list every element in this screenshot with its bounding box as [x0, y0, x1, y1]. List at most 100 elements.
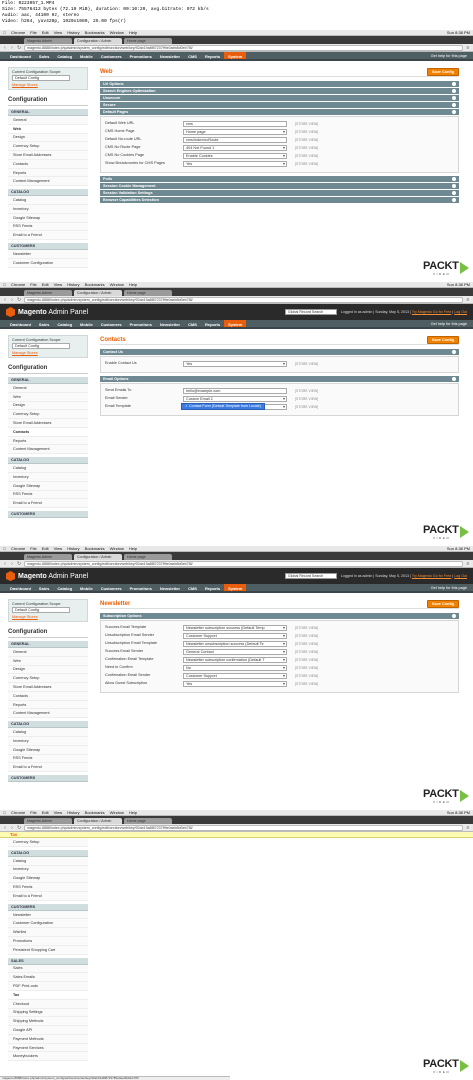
toggle-icon[interactable]: [452, 96, 456, 100]
forward-icon[interactable]: ›: [10, 297, 14, 303]
fieldset-header[interactable]: Contact Us: [100, 349, 459, 355]
sidebar-item[interactable]: Contacts: [8, 427, 88, 437]
fieldset-header[interactable]: Search Engines Optimization: [100, 88, 459, 94]
sidebar-item[interactable]: Currency Setup: [8, 838, 88, 847]
sidebar-item[interactable]: Web: [8, 124, 88, 134]
browser-tab[interactable]: Magento Admin: [24, 38, 72, 44]
sidebar-item[interactable]: Persistent Shopping Cart: [8, 945, 88, 955]
apple-icon[interactable]: : [3, 546, 6, 551]
field-input[interactable]: cms: [183, 120, 287, 127]
toggle-icon[interactable]: [452, 89, 456, 93]
browser-tab[interactable]: Configuration / Admin: [74, 38, 122, 44]
mac-menu-item[interactable]: View: [54, 282, 63, 287]
address-input[interactable]: magento.8888/index.php/admin/system_conf…: [24, 44, 463, 51]
forward-icon[interactable]: ›: [10, 45, 14, 51]
sidebar-item[interactable]: Web: [8, 656, 88, 666]
browser-tab[interactable]: Home page: [124, 554, 172, 560]
sidebar-item[interactable]: Catalog: [8, 856, 88, 866]
nav-newsletter[interactable]: Newsletter: [156, 584, 184, 591]
mac-menu-item[interactable]: Help: [129, 282, 137, 287]
fieldset-header[interactable]: Subscription Options: [100, 613, 459, 619]
browser-tab[interactable]: Home page: [124, 818, 172, 824]
fieldset-header[interactable]: Polls: [100, 176, 459, 182]
back-icon[interactable]: ‹: [3, 825, 7, 831]
try-magento-link[interactable]: Try Magento Go for Free: [412, 574, 451, 578]
logout-link[interactable]: Log Out: [454, 310, 467, 314]
sidebar-item[interactable]: Web: [8, 392, 88, 402]
sidebar-item[interactable]: Google Sitemap: [8, 874, 88, 884]
sidebar-item[interactable]: Store Email Addresses: [8, 419, 88, 428]
email-template-option[interactable]: ✓ Contact Form (Default Template from Lo…: [181, 403, 265, 410]
fieldset-header[interactable]: Default Pages: [100, 109, 459, 115]
toggle-icon[interactable]: [452, 110, 456, 114]
fieldset-header[interactable]: Unsecure: [100, 95, 459, 101]
sidebar-item[interactable]: RSS Feeds: [8, 754, 88, 764]
section-customers[interactable]: CUSTOMERS: [8, 775, 88, 783]
sidebar-item[interactable]: Design: [8, 665, 88, 675]
nav-newsletter[interactable]: Newsletter: [156, 320, 184, 327]
sidebar-item[interactable]: Inventory: [8, 865, 88, 875]
browser-tab[interactable]: Home page: [124, 290, 172, 296]
sidebar-item[interactable]: Reports: [8, 700, 88, 710]
mac-menu-item[interactable]: File: [30, 546, 36, 551]
save-config-button[interactable]: Save Config: [427, 335, 459, 344]
sidebar-item[interactable]: General: [8, 648, 88, 657]
sidebar-item[interactable]: Catalog: [8, 464, 88, 474]
sidebar-item[interactable]: Sales Emails: [8, 973, 88, 983]
address-input[interactable]: magento.8888/index.php/admin/system_conf…: [24, 296, 463, 303]
sidebar-item[interactable]: Reports: [8, 436, 88, 446]
sidebar-item[interactable]: Customer Configuration: [8, 258, 88, 268]
browser-tab[interactable]: Home page: [124, 38, 172, 44]
sidebar-item[interactable]: Design: [8, 133, 88, 143]
field-select[interactable]: No: [183, 664, 287, 671]
section-sales[interactable]: SALES: [8, 957, 88, 965]
sidebar-item[interactable]: Tax: [8, 990, 88, 1000]
nav-mobile[interactable]: Mobile: [76, 52, 97, 59]
sidebar-item[interactable]: Google Sitemap: [8, 481, 88, 491]
sidebar-item[interactable]: Shipping Settings: [8, 1008, 88, 1018]
apple-icon[interactable]: : [3, 30, 6, 35]
toggle-icon[interactable]: [452, 177, 456, 181]
sidebar-item[interactable]: Google Sitemap: [8, 213, 88, 223]
field-select[interactable]: Newsletter unsubscription success (Defau…: [183, 640, 287, 647]
fieldset-header[interactable]: Url Options: [100, 81, 459, 87]
sidebar-item[interactable]: Store Email Addresses: [8, 683, 88, 692]
sidebar-item[interactable]: Store Email Addresses: [8, 151, 88, 160]
sidebar-item[interactable]: Google Sitemap: [8, 745, 88, 755]
nav-catalog[interactable]: Catalog: [53, 584, 76, 591]
nav-cms[interactable]: CMS: [184, 52, 201, 59]
global-search-input[interactable]: Global Record Search: [284, 309, 337, 315]
sidebar-item[interactable]: Checkout: [8, 999, 88, 1009]
nav-cms[interactable]: CMS: [184, 584, 201, 591]
sidebar-item[interactable]: Wishlist: [8, 928, 88, 938]
nav-catalog[interactable]: Catalog: [53, 320, 76, 327]
mac-menu-item[interactable]: History: [67, 810, 79, 815]
mac-menu-item[interactable]: Edit: [42, 30, 49, 35]
section-customers[interactable]: CUSTOMERS: [8, 243, 88, 251]
menu-icon[interactable]: ≡: [466, 45, 470, 51]
sidebar-item[interactable]: Currency Setup: [8, 410, 88, 420]
section-general[interactable]: GENERAL: [8, 109, 88, 116]
nav-catalog[interactable]: Catalog: [53, 52, 76, 59]
help-link[interactable]: Get help for this page: [431, 52, 473, 59]
browser-tab[interactable]: Magento Admin: [24, 554, 72, 560]
nav-sales[interactable]: Sales: [35, 584, 53, 591]
sidebar-item[interactable]: Newsletter: [8, 910, 88, 920]
field-select[interactable]: Customer Support: [183, 632, 287, 639]
global-search-input[interactable]: Global Record Search: [284, 573, 337, 579]
nav-reports[interactable]: Reports: [201, 52, 224, 59]
mac-menu-item[interactable]: Edit: [42, 282, 49, 287]
nav-customers[interactable]: Customers: [97, 52, 126, 59]
fieldset-header[interactable]: Session Validation Settings: [100, 190, 459, 196]
section-catalog[interactable]: CATALOG: [8, 189, 88, 197]
fieldset-header[interactable]: Secure: [100, 102, 459, 108]
toggle-icon[interactable]: [452, 377, 456, 381]
sidebar-item[interactable]: Email to a Friend: [8, 231, 88, 241]
manage-stores-link[interactable]: Manage Stores: [12, 351, 84, 355]
field-select[interactable]: Newsletter subscription success (Default…: [183, 624, 287, 631]
mac-menu-item[interactable]: Help: [129, 546, 137, 551]
sidebar-item[interactable]: RSS Feeds: [8, 490, 88, 500]
sidebar-item[interactable]: General: [8, 384, 88, 393]
logout-link[interactable]: Log Out: [454, 574, 467, 578]
menu-icon[interactable]: ≡: [466, 297, 470, 303]
